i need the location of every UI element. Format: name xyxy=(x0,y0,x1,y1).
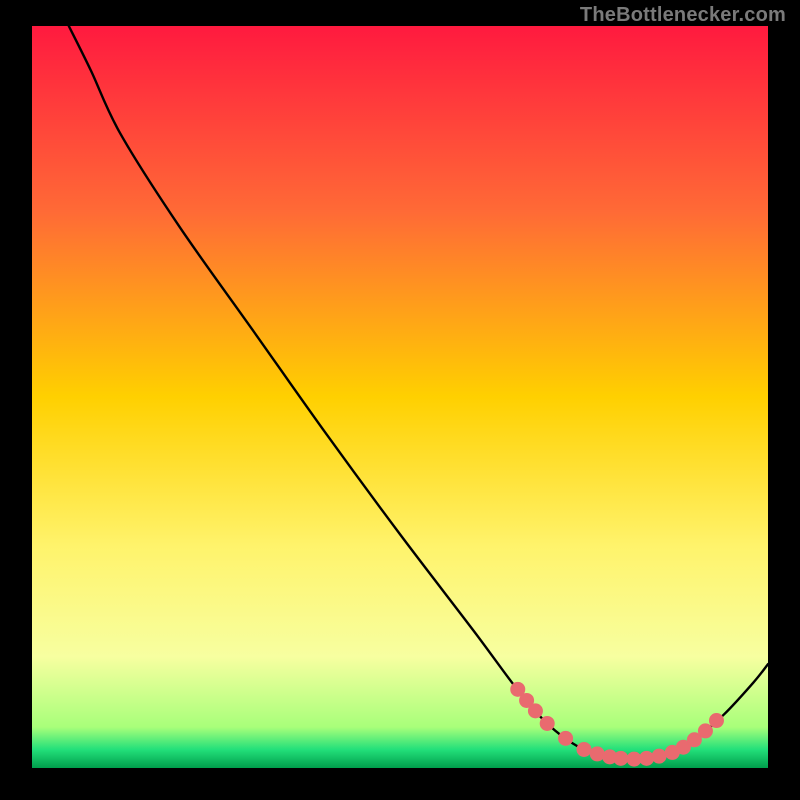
chart-svg xyxy=(0,0,800,800)
highlight-dot xyxy=(540,716,555,731)
highlight-dot xyxy=(613,751,628,766)
highlight-dot xyxy=(652,749,667,764)
highlight-dot xyxy=(709,713,724,728)
chart-stage: TheBottlenecker.com xyxy=(0,0,800,800)
plot-background xyxy=(32,26,768,768)
highlight-dot xyxy=(558,731,573,746)
highlight-dot xyxy=(698,723,713,738)
highlight-dot xyxy=(590,746,605,761)
highlight-dot xyxy=(577,742,592,757)
highlight-dot xyxy=(528,703,543,718)
highlight-dot xyxy=(639,751,654,766)
watermark-text: TheBottlenecker.com xyxy=(580,4,786,27)
